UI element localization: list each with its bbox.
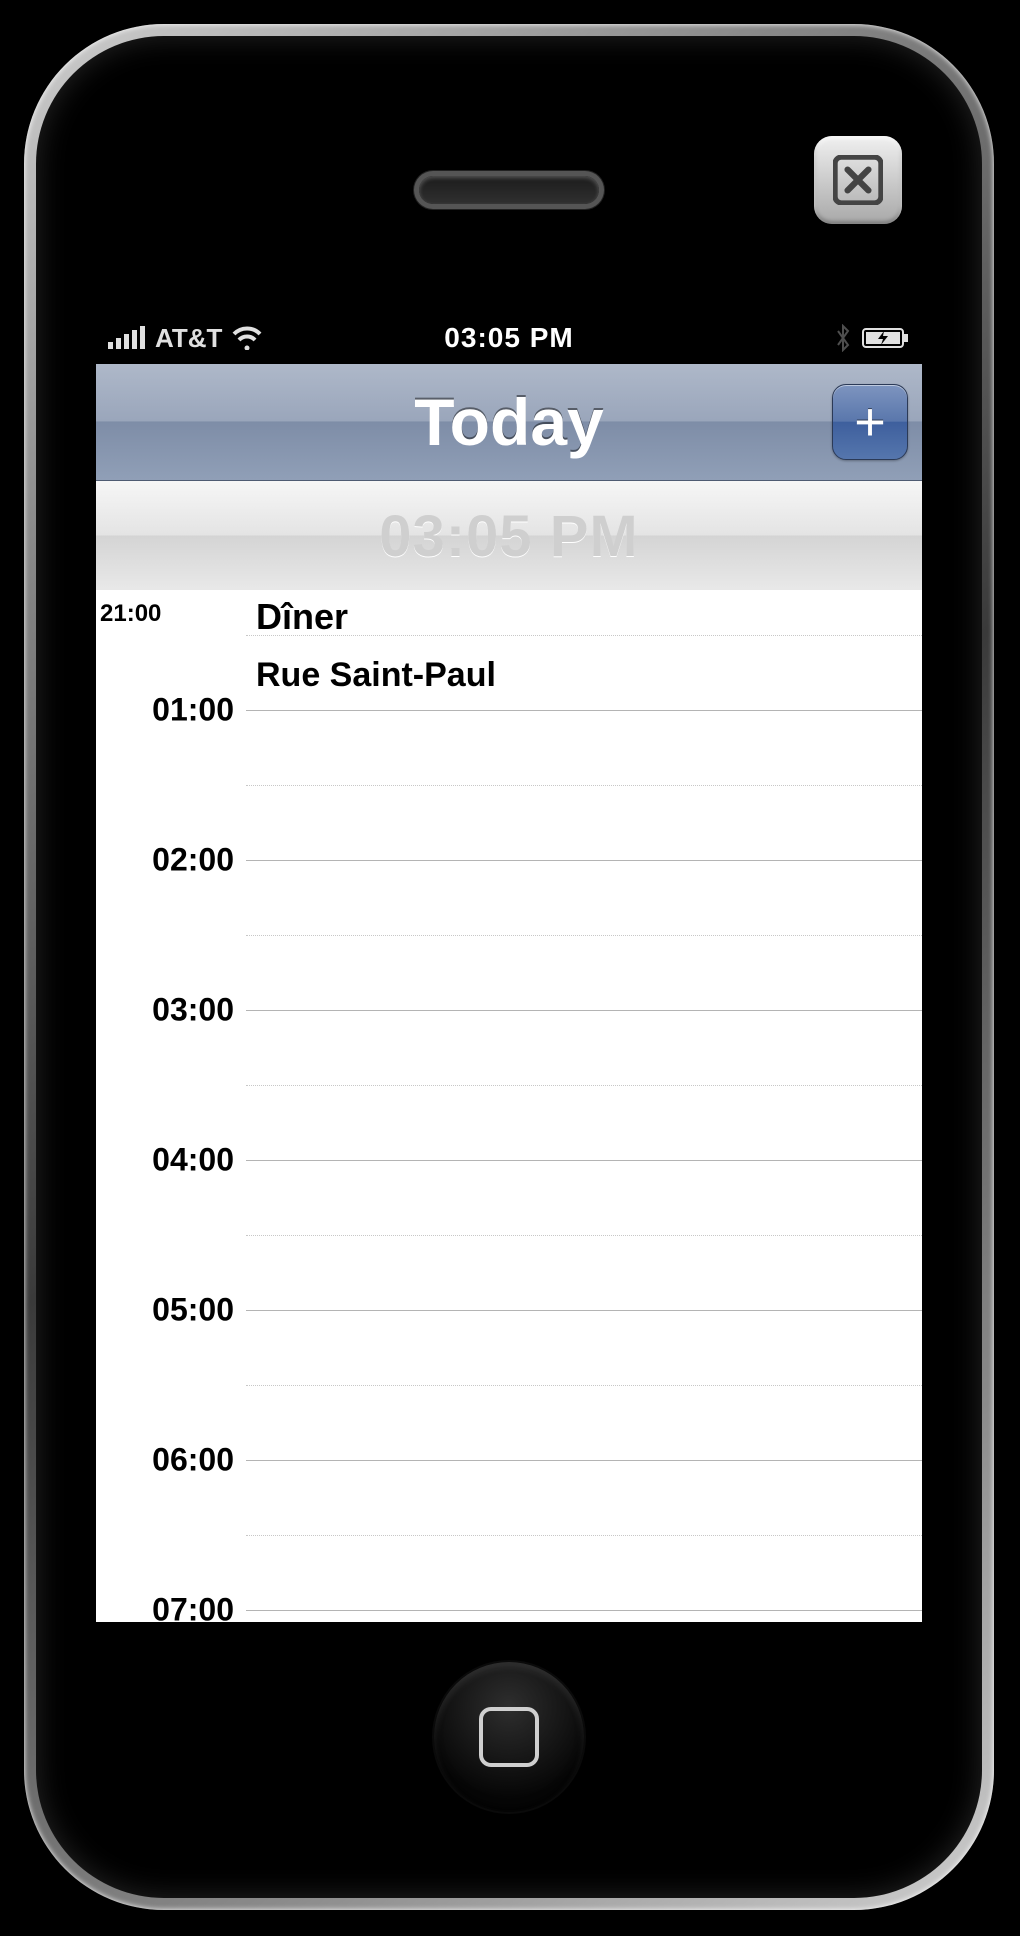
nav-title: Today [414,384,603,460]
phone-bezel-inner: AT&T 03:05 PM [36,36,982,1898]
home-button[interactable] [434,1662,584,1812]
event-start-time: 21:00 [100,600,161,628]
close-icon [833,155,883,205]
time-gutter: 21:00 01:00 02:00 03:00 04:00 05:00 06:0… [96,590,246,1622]
hour-label: 01:00 [152,692,234,729]
bluetooth-icon [834,324,852,352]
hour-label: 03:00 [152,992,234,1029]
home-icon [479,1707,539,1767]
phone-bezel-outer: AT&T 03:05 PM [24,24,994,1910]
current-time-label: 03:05 PM [379,503,638,570]
hour-label: 05:00 [152,1292,234,1329]
day-grid[interactable]: Dîner Rue Saint-Paul 21:00 01:00 02:00 0… [96,590,922,1622]
hour-label: 02:00 [152,842,234,879]
current-time-bar: 03:05 PM [96,481,922,592]
hour-label: 07:00 [152,1592,234,1623]
nav-bar: Today + [96,364,922,481]
screen: AT&T 03:05 PM [96,312,922,1622]
grid-lines [246,590,922,1622]
hour-label: 06:00 [152,1442,234,1479]
hour-label: 04:00 [152,1142,234,1179]
add-event-button[interactable]: + [832,384,908,460]
statusbar-time: 03:05 PM [96,322,922,354]
earpiece [419,176,599,204]
close-button[interactable] [814,136,902,224]
status-bar: AT&T 03:05 PM [96,312,922,364]
